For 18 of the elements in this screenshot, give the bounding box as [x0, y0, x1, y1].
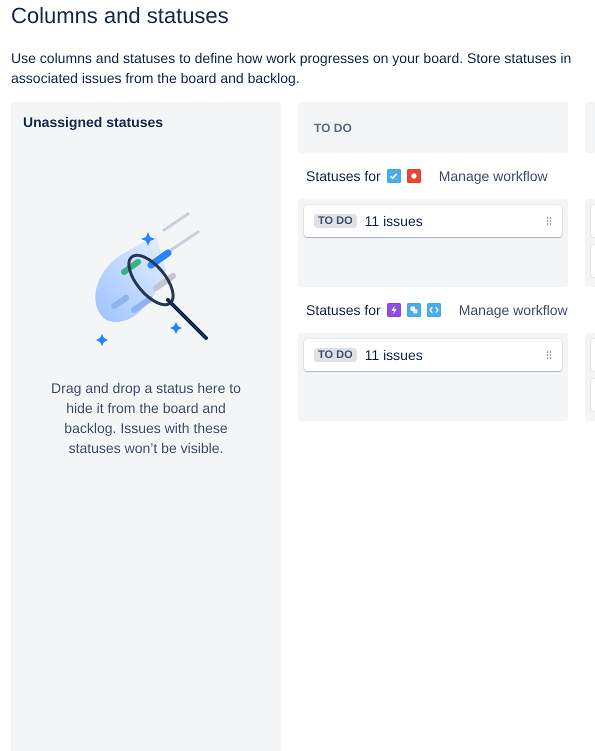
manage-workflow-link[interactable]: Manage workflow [458, 302, 568, 318]
manage-workflow-link[interactable]: Manage workflow [438, 168, 548, 184]
status-lozenge: TO DO [314, 348, 357, 362]
issue-count: 11 issues [364, 347, 424, 363]
empty-state-text: Drag and drop a status here to hide it from the board and backlog. Issues with these statuses won’t be visible. [50, 379, 242, 458]
issue-count: 11 issues [364, 213, 424, 229]
status-card[interactable]: TO DO 11 issues [304, 205, 562, 237]
drag-handle-icon[interactable] [546, 351, 552, 359]
column-header[interactable]: TO DO [298, 102, 568, 153]
status-lozenge: TO DO [314, 214, 357, 228]
description-text: Use columns and statuses to define how work progresses on your board. Store statuses in [11, 49, 572, 68]
drag-handle-icon[interactable] [546, 217, 552, 225]
panel-title: Unassigned statuses [22, 113, 164, 130]
statuses-for-label: Statuses for [306, 168, 381, 184]
status-card[interactable]: TO DO 11 issues [304, 339, 562, 371]
description-text: associated issues from the board and backlog. [11, 69, 301, 88]
page-title: Columns and statuses [10, 2, 230, 30]
statuses-for-label: Statuses for [306, 302, 381, 318]
